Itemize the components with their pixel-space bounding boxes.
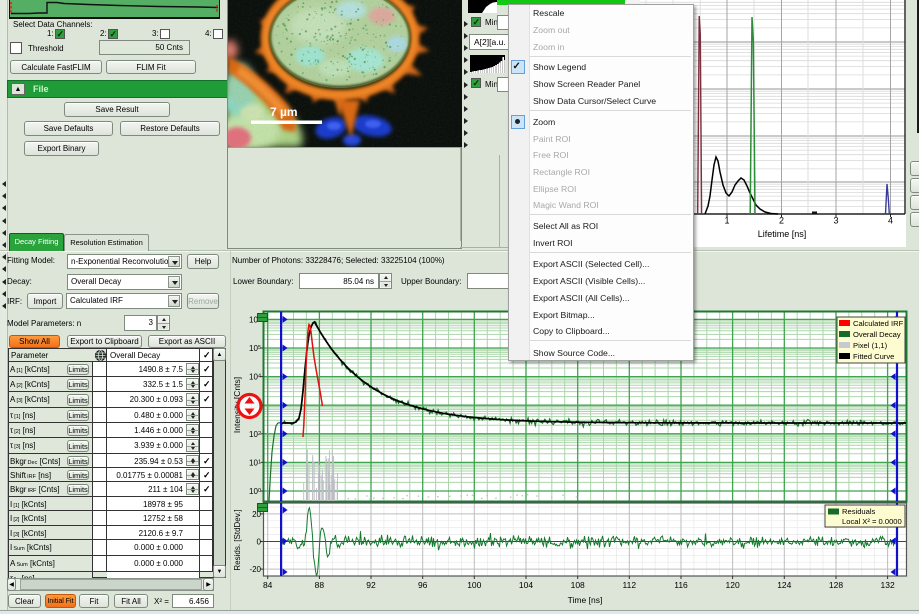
svg-text:105: 105	[249, 344, 261, 353]
svg-text:-20: -20	[249, 565, 261, 574]
svg-text:100: 100	[467, 580, 481, 590]
svg-text:100: 100	[249, 487, 261, 496]
svg-text:4: 4	[888, 216, 893, 226]
svg-text:101: 101	[249, 458, 261, 467]
svg-text:2: 2	[779, 216, 784, 226]
svg-text:Residuals: Residuals	[842, 507, 876, 516]
svg-text:Lifetime [ns]: Lifetime [ns]	[758, 229, 807, 239]
svg-text:Pixel (1,1): Pixel (1,1)	[853, 341, 888, 350]
svg-text:108: 108	[571, 580, 585, 590]
svg-text:3: 3	[833, 216, 838, 226]
svg-text:102: 102	[249, 430, 261, 439]
svg-text:88: 88	[315, 580, 325, 590]
svg-text:7 µm: 7 µm	[270, 105, 298, 119]
svg-text:Overall Decay: Overall Decay	[853, 330, 901, 339]
svg-text:124: 124	[777, 580, 791, 590]
svg-text:Local X² = 0.0000: Local X² = 0.0000	[842, 517, 902, 526]
svg-text:120: 120	[726, 580, 740, 590]
svg-text:96: 96	[418, 580, 428, 590]
svg-text:Fitted Curve: Fitted Curve	[853, 352, 894, 361]
svg-text:132: 132	[881, 580, 895, 590]
svg-text:1: 1	[724, 216, 729, 226]
svg-text:128: 128	[829, 580, 843, 590]
svg-text:92: 92	[366, 580, 376, 590]
svg-text:Time [ns]: Time [ns]	[568, 595, 603, 605]
svg-text:104: 104	[249, 373, 261, 382]
svg-text:116: 116	[674, 580, 688, 590]
svg-text:Calculated IRF: Calculated IRF	[853, 319, 904, 328]
svg-text:84: 84	[263, 580, 273, 590]
svg-text:112: 112	[623, 580, 637, 590]
svg-text:Resids. [StdDev.]: Resids. [StdDev.]	[233, 509, 242, 570]
svg-text:104: 104	[519, 580, 533, 590]
